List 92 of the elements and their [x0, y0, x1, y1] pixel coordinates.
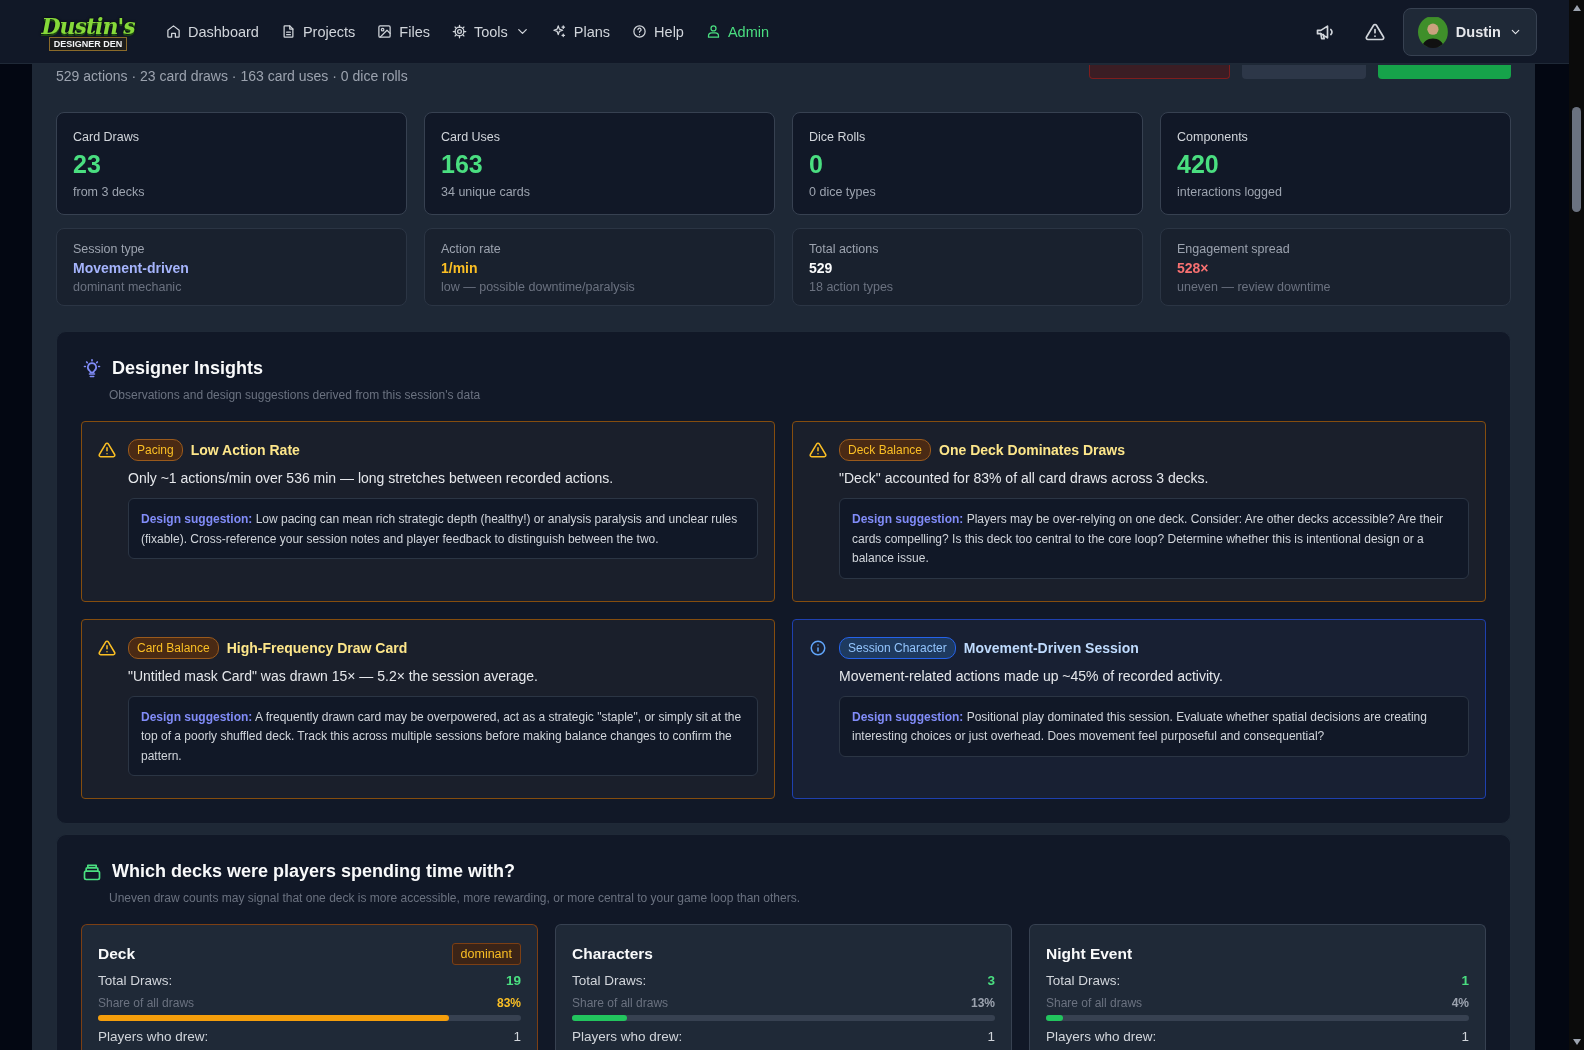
nav-link[interactable]: Projects [280, 23, 356, 40]
stat-label: Card Draws [73, 130, 140, 144]
stat-note: 0 dice types [809, 185, 877, 199]
stat-value: 83% [496, 996, 521, 1010]
stat-value: 3 [987, 973, 995, 988]
scroll-up-icon[interactable] [1571, 4, 1582, 12]
settings-icon [451, 24, 467, 39]
stat-value: 0 [809, 150, 824, 179]
metric-value: 1/min [441, 260, 479, 276]
dominant-badge: dominant [451, 943, 521, 965]
document-icon [280, 24, 296, 39]
stat-value: 23 [73, 150, 102, 179]
stat-value: 163 [441, 150, 484, 179]
metric-label: Engagement spread [1177, 242, 1291, 256]
category-tag: Card Balance [128, 636, 219, 659]
nav-link[interactable]: Help [632, 23, 684, 40]
nav-link[interactable]: Dashboard [166, 23, 259, 40]
nav-link[interactable]: Plans [551, 23, 611, 40]
section-title: Designer Insights [112, 358, 264, 379]
avatar [1418, 15, 1448, 48]
metric-note: dominant mechanic [73, 280, 183, 294]
scroll-down-icon[interactable] [1571, 1038, 1582, 1046]
design-suggestion: Design suggestion: A frequently drawn card may be overpowered, act as a strategic "staple", or simply sit at the top of a poorly shuffled deck. Track this across multiple sessions before making balance changes to confirm the pattern. [128, 695, 758, 776]
stat-label: Dice Rolls [809, 130, 867, 144]
lightbulb-icon [82, 358, 102, 379]
insight-text: "Untitled mask Card" was drawn 15× — 5.2× the session average. [128, 667, 539, 684]
session-summary: 529 actions · 23 card draws · 163 card uses · 0 dice rolls [56, 68, 409, 84]
insight-text: Only ~1 actions/min over 536 min — long stretches between recorded actions. [128, 470, 615, 486]
home-icon [166, 24, 181, 39]
stat-label: Share of all draws [98, 996, 195, 1010]
insight-title: Movement-Driven Session [963, 639, 1139, 656]
stat-label: Total Draws: [98, 973, 173, 988]
stat-label: Total Draws: [1046, 973, 1121, 988]
warning-icon [98, 638, 116, 657]
stat-value: 1 [987, 1029, 995, 1044]
stat-note: 34 unique cards [441, 185, 531, 199]
category-tag: Deck Balance [839, 439, 932, 461]
section-subtitle: Uneven draw counts may signal that one deck is more accessible, more rewarding, or more central to your game loop than others. [109, 891, 801, 905]
scrollbar-thumb[interactable] [1572, 107, 1581, 212]
sparkle-icon [551, 24, 567, 39]
stat-label: Share of all draws [1046, 996, 1143, 1010]
metric-label: Action rate [441, 242, 502, 256]
user-menu-button[interactable]: Dustin [1403, 7, 1537, 56]
metric-label: Total actions [809, 242, 880, 256]
insight-text: Movement-related actions made up ~45% of recorded activity. [839, 667, 1224, 684]
user-icon [705, 24, 721, 39]
help-icon [632, 24, 648, 39]
design-suggestion: Design suggestion: Players may be over-relying on one deck. Consider: Are other decks accessible? Are their cards compelling? Is this deck too central to the core loop? Determine whether this is intentional design or a balance issue. [839, 498, 1469, 579]
info-icon [809, 638, 827, 657]
deck-name: Night Event [1046, 944, 1133, 964]
warning-icon [98, 441, 116, 459]
nav-link[interactable]: Tools [451, 23, 530, 40]
stat-value: 420 [1177, 150, 1220, 179]
stat-label: Players who drew: [98, 1029, 209, 1044]
warning-icon[interactable] [1365, 21, 1385, 42]
insight-title: Low Action Rate [190, 442, 300, 458]
design-suggestion: Design suggestion: Low pacing can mean rich strategic depth (healthy!) or analysis paralysis and unclear rules (fixable). Cross-reference your session notes and player feedback to distinguish between the two. [128, 498, 758, 559]
metric-note: low — possible downtime/paralysis [441, 280, 636, 294]
metric-value: Movement-driven [73, 260, 190, 276]
nav-link[interactable]: Admin [705, 23, 770, 40]
metric-label: Session type [73, 242, 146, 256]
stat-value: 4% [1451, 996, 1469, 1010]
stat-value: 1 [1461, 1029, 1469, 1044]
stat-label: Players who drew: [1046, 1029, 1157, 1044]
warning-icon [809, 441, 827, 459]
stat-note: interactions logged [1177, 185, 1283, 199]
image-icon [377, 24, 393, 39]
stat-label: Total Draws: [572, 973, 647, 988]
stat-value: 1 [1461, 973, 1469, 988]
metric-value: 528× [1177, 260, 1210, 276]
deck-name: Characters [572, 944, 653, 964]
metric-note: 18 action types [809, 280, 895, 294]
insight-title: One Deck Dominates Draws [939, 442, 1125, 458]
metric-note: uneven — review downtime [1177, 280, 1332, 294]
stat-value: 19 [505, 973, 521, 988]
stat-label: Share of all draws [572, 996, 669, 1010]
stat-label: Players who drew: [572, 1029, 683, 1044]
category-tag: Pacing [128, 439, 183, 461]
nav-link[interactable]: Files [377, 23, 430, 40]
stat-label: Components [1177, 130, 1249, 144]
stat-value: 13% [970, 996, 995, 1010]
design-suggestion: Design suggestion: Positional play dominated this session. Evaluate whether spatial decisions are creating interesting choices or just overhead. Does movement feel purposeful and consequential? [839, 695, 1469, 757]
stat-note: from 3 decks [73, 185, 146, 199]
stat-value: 1 [513, 1029, 521, 1044]
metric-value: 529 [809, 260, 834, 276]
section-subtitle: Observations and design suggestions derived from this session's data [109, 388, 482, 402]
insight-text: "Deck" accounted for 83% of all card draws across 3 decks. [839, 470, 1210, 486]
insight-title: High-Frequency Draw Card [226, 639, 408, 656]
deck-name: Deck [98, 944, 136, 964]
category-tag: Session Character [839, 636, 956, 659]
stat-label: Card Uses [441, 130, 502, 144]
section-title: Which decks were players spending time with? [112, 861, 516, 882]
